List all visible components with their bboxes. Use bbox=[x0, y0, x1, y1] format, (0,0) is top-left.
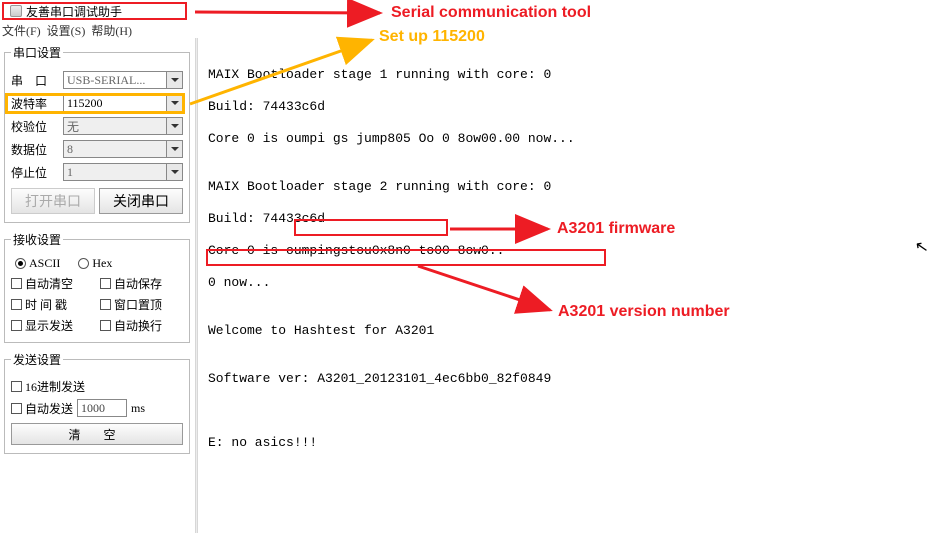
check-auto-save[interactable]: 自动保存 bbox=[100, 275, 183, 292]
check-timestamp[interactable]: 时 间 戳 bbox=[11, 296, 94, 313]
console-line: MAIX Bootloader stage 1 running with cor… bbox=[208, 67, 938, 83]
parity-combo[interactable]: 无 bbox=[63, 117, 183, 135]
chevron-down-icon[interactable] bbox=[166, 141, 182, 157]
check-label: 显示发送 bbox=[25, 317, 73, 334]
parity-label: 校验位 bbox=[11, 118, 59, 135]
stopbits-label: 停止位 bbox=[11, 164, 59, 181]
group-receive-settings: 接收设置 ASCII Hex 自动清空 自动保存 时 间 戳 窗口置顶 显示发送… bbox=[4, 231, 190, 343]
radio-hex-label: Hex bbox=[92, 256, 112, 271]
annotation-serial-tool: Serial communication tool bbox=[391, 4, 591, 22]
console-text: Welcome to bbox=[208, 323, 294, 338]
console-line: Welcome to Hashtest for A3201 bbox=[208, 323, 938, 339]
check-hex-send[interactable]: 16进制发送 bbox=[11, 378, 183, 395]
chevron-down-icon[interactable] bbox=[166, 95, 182, 111]
checkbox-icon bbox=[100, 278, 111, 289]
port-combo[interactable]: USB-SERIAL... bbox=[63, 71, 183, 89]
console-line: 0 now... bbox=[208, 275, 938, 291]
interval-input[interactable]: 1000 bbox=[77, 399, 127, 417]
databits-value: 8 bbox=[67, 142, 73, 157]
menu-bar: 文件(F) 设置(S) 帮助(H) bbox=[2, 22, 132, 39]
check-show-send[interactable]: 显示发送 bbox=[11, 317, 94, 334]
databits-combo[interactable]: 8 bbox=[63, 140, 183, 158]
check-label: 16进制发送 bbox=[25, 378, 85, 395]
checkbox-icon bbox=[100, 299, 111, 310]
databits-label: 数据位 bbox=[11, 141, 59, 158]
radio-ascii-label: ASCII bbox=[29, 256, 60, 271]
recv-legend: 接收设置 bbox=[11, 231, 63, 248]
console-output[interactable]: MAIX Bootloader stage 1 running with cor… bbox=[203, 44, 943, 524]
clear-label: 清 空 bbox=[68, 426, 125, 443]
console-version: A3201_20123101_4ec6bb0_82f0849 bbox=[317, 371, 551, 386]
stopbits-combo[interactable]: 1 bbox=[63, 163, 183, 181]
console-line: MAIX Bootloader stage 2 running with cor… bbox=[208, 179, 938, 195]
check-label: 自动保存 bbox=[114, 275, 162, 292]
app-icon bbox=[10, 5, 22, 17]
checkbox-icon bbox=[11, 381, 22, 392]
window-title: 友善串口调试助手 bbox=[26, 3, 122, 20]
console-line: Core 0 is oumpingstou0x8n0 to00 8ow0.. bbox=[208, 243, 938, 259]
check-label: 时 间 戳 bbox=[25, 296, 67, 313]
radio-dot-icon bbox=[78, 258, 89, 269]
send-legend: 发送设置 bbox=[11, 351, 63, 368]
console-line: Software ver: A3201_20123101_4ec6bb0_82f… bbox=[208, 371, 938, 387]
menu-help[interactable]: 帮助(H) bbox=[91, 22, 132, 39]
menu-file[interactable]: 文件(F) bbox=[2, 22, 41, 39]
menu-settings[interactable]: 设置(S) bbox=[47, 22, 86, 39]
baud-value: 115200 bbox=[67, 96, 103, 111]
check-label: 自动换行 bbox=[114, 317, 162, 334]
checkbox-icon bbox=[11, 320, 22, 331]
clear-button[interactable]: 清 空 bbox=[11, 423, 183, 445]
stopbits-value: 1 bbox=[67, 165, 73, 180]
chevron-down-icon[interactable] bbox=[166, 118, 182, 134]
window-titlebar: 友善串口调试助手 bbox=[2, 2, 187, 20]
radio-hex[interactable]: Hex bbox=[78, 256, 112, 271]
pane-divider[interactable] bbox=[195, 38, 198, 533]
serial-settings-legend: 串口设置 bbox=[11, 44, 63, 61]
console-hashtest: Hashtest for A3201 bbox=[294, 323, 434, 338]
check-auto-clear[interactable]: 自动清空 bbox=[11, 275, 94, 292]
chevron-down-icon[interactable] bbox=[166, 164, 182, 180]
checkbox-icon bbox=[100, 320, 111, 331]
console-line: Build: 74433c6d bbox=[208, 211, 938, 227]
check-auto-wrap[interactable]: 自动换行 bbox=[100, 317, 183, 334]
radio-dot-icon bbox=[15, 258, 26, 269]
check-label: 窗口置顶 bbox=[114, 296, 162, 313]
group-send-settings: 发送设置 16进制发送 自动发送 1000 ms 清 空 bbox=[4, 351, 190, 454]
open-port-label: 打开串口 bbox=[25, 191, 81, 211]
group-serial-settings: 串口设置 串 口 USB-SERIAL... 波特率 115200 校验位 无 … bbox=[4, 44, 190, 223]
sidebar: 串口设置 串 口 USB-SERIAL... 波特率 115200 校验位 无 … bbox=[4, 44, 190, 462]
console-line: Build: 74433c6d bbox=[208, 99, 938, 115]
chevron-down-icon[interactable] bbox=[166, 72, 182, 88]
baud-combo[interactable]: 115200 bbox=[63, 94, 183, 112]
check-auto-send[interactable]: 自动发送 bbox=[11, 400, 73, 417]
checkbox-icon bbox=[11, 403, 22, 414]
checkbox-icon bbox=[11, 299, 22, 310]
port-label: 串 口 bbox=[11, 72, 59, 89]
parity-value: 无 bbox=[67, 118, 79, 135]
close-port-button[interactable]: 关闭串口 bbox=[99, 188, 183, 214]
interval-unit: ms bbox=[131, 401, 145, 416]
radio-ascii[interactable]: ASCII bbox=[15, 256, 60, 271]
checkbox-icon bbox=[11, 278, 22, 289]
port-value: USB-SERIAL... bbox=[67, 73, 145, 88]
check-window-top[interactable]: 窗口置顶 bbox=[100, 296, 183, 313]
baud-label: 波特率 bbox=[11, 95, 59, 112]
open-port-button[interactable]: 打开串口 bbox=[11, 188, 95, 214]
console-line: E: no asics!!! bbox=[208, 435, 938, 451]
console-line: Core 0 is oumpi gs jump805 Oo 0 8ow00.00… bbox=[208, 131, 938, 147]
interval-value: 1000 bbox=[81, 401, 105, 416]
check-label: 自动清空 bbox=[25, 275, 73, 292]
close-port-label: 关闭串口 bbox=[113, 191, 169, 211]
check-label: 自动发送 bbox=[25, 400, 73, 417]
console-text: Software ver: bbox=[208, 371, 317, 386]
